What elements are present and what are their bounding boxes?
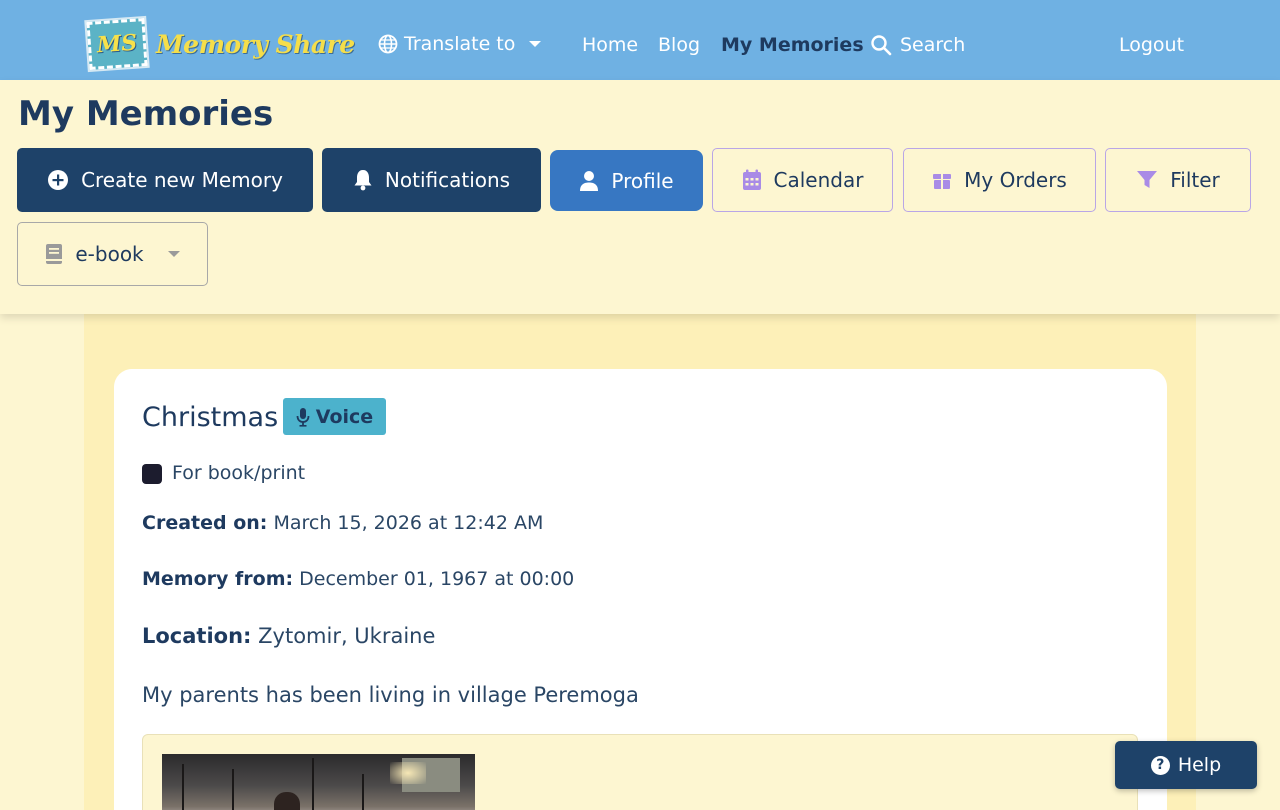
photo-light	[390, 762, 426, 784]
translate-label: Translate to	[404, 33, 516, 55]
logo-stamp: MS	[84, 15, 150, 73]
photo-tree	[312, 758, 314, 810]
photo-tree	[182, 764, 184, 810]
brand-logo[interactable]: MS Memory Share	[84, 15, 355, 73]
memory-from-info: Memory from: December 01, 1967 at 00:00	[142, 568, 574, 590]
chevron-down-icon	[167, 251, 180, 257]
memory-from-value: December 01, 1967 at 00:00	[299, 568, 575, 590]
notifications-label: Notifications	[384, 168, 511, 192]
nav-link-my-memories[interactable]: My Memories	[721, 34, 864, 56]
filter-icon	[1137, 171, 1158, 188]
ebook-dropdown[interactable]: e-book	[17, 222, 208, 286]
calendar-button[interactable]: Calendar	[712, 148, 893, 212]
photo-tree	[232, 769, 234, 810]
calendar-icon	[742, 169, 761, 190]
globe-icon	[378, 34, 398, 54]
book-icon	[46, 244, 63, 264]
profile-button[interactable]: Profile	[550, 150, 703, 211]
create-memory-button[interactable]: Create new Memory	[17, 148, 313, 212]
memory-from-label: Memory from:	[142, 568, 294, 590]
voice-badge: Voice	[283, 398, 386, 435]
help-label: Help	[1177, 754, 1222, 776]
ebook-label: e-book	[75, 242, 144, 266]
chevron-down-icon	[529, 41, 542, 47]
gift-icon	[933, 174, 952, 189]
calendar-label: Calendar	[773, 168, 864, 192]
brand-name: Memory Share	[156, 29, 355, 59]
filter-label: Filter	[1170, 168, 1220, 192]
page-title: My Memories	[18, 94, 274, 134]
header-panel: My Memories Create new Memory Notificati…	[0, 80, 1280, 314]
memory-title: Christmas	[142, 402, 279, 433]
top-navbar: MS Memory Share Translate to Home Blog M…	[0, 0, 1280, 80]
nav-link-home[interactable]: Home	[582, 34, 638, 56]
location-info: Location: Zytomir, Ukraine	[142, 624, 435, 648]
created-on-info: Created on: March 15, 2026 at 12:42 AM	[142, 512, 543, 534]
my-orders-button[interactable]: My Orders	[903, 148, 1096, 212]
photo-tree	[362, 774, 364, 810]
plus-circle-icon	[48, 170, 69, 190]
memory-photo[interactable]	[162, 754, 475, 810]
nav-link-blog[interactable]: Blog	[658, 34, 700, 56]
translate-dropdown[interactable]: Translate to	[378, 33, 542, 55]
memory-description: My parents has been living in village Pe…	[142, 683, 639, 707]
photo-person	[274, 792, 300, 810]
bell-icon	[354, 170, 372, 191]
nav-link-logout[interactable]: Logout	[1119, 34, 1184, 56]
search-label: Search	[900, 34, 966, 56]
location-value: Zytomir, Ukraine	[258, 624, 436, 648]
nav-search[interactable]: Search	[870, 34, 965, 56]
microphone-icon	[296, 407, 310, 427]
created-on-label: Created on:	[142, 512, 268, 534]
profile-label: Profile	[611, 168, 674, 193]
for-book-print-checkbox[interactable]	[142, 464, 162, 484]
filter-button[interactable]: Filter	[1105, 148, 1251, 212]
user-icon	[580, 170, 599, 191]
help-button[interactable]: ? Help	[1115, 741, 1257, 789]
notifications-button[interactable]: Notifications	[322, 148, 541, 212]
search-icon	[871, 35, 892, 56]
logo-mark: MS	[96, 29, 138, 59]
created-on-value: March 15, 2026 at 12:42 AM	[273, 512, 544, 534]
my-orders-label: My Orders	[964, 168, 1067, 192]
location-label: Location:	[142, 624, 252, 648]
for-book-print-label: For book/print	[172, 462, 306, 484]
question-circle-icon: ?	[1150, 755, 1170, 775]
voice-badge-label: Voice	[315, 405, 374, 428]
create-memory-label: Create new Memory	[81, 168, 283, 192]
